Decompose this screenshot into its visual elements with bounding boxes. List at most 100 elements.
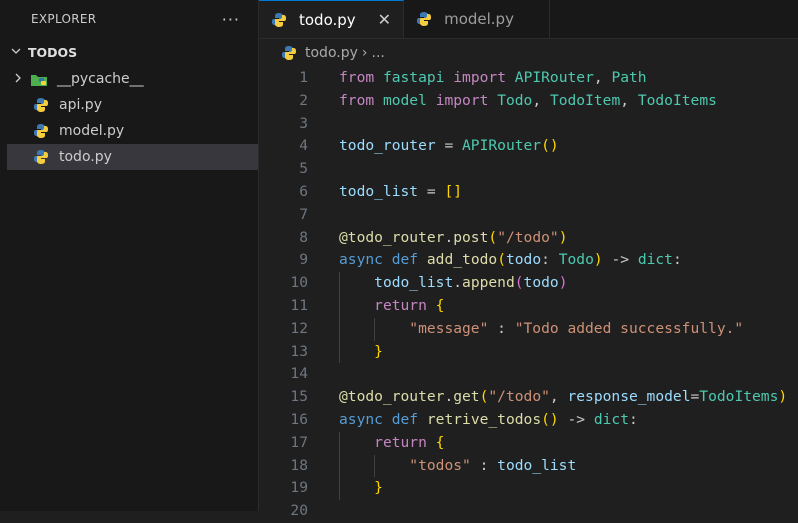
line-number: 8 (299, 228, 308, 246)
code-token: @todo_router (339, 228, 445, 246)
line-text (308, 363, 339, 386)
breadcrumb: todo.py › ... (259, 39, 798, 67)
code-token: : (470, 456, 498, 474)
code-token: : (672, 251, 682, 269)
tree-item-model-py[interactable]: model.py (7, 118, 258, 144)
line-text: "todos" : todo_list (308, 455, 576, 478)
code-token: : (629, 410, 638, 428)
python-file-icon (31, 149, 51, 165)
line-number: 15 (290, 388, 308, 406)
line-text: todo_list = [] (308, 181, 462, 204)
tree-item-pycache[interactable]: __pycache__ (7, 66, 258, 92)
code-token: "todos" (409, 456, 471, 474)
code-token: todo_list (339, 182, 419, 200)
code-token: = (418, 182, 445, 200)
code-token: ( (488, 228, 498, 246)
code-token: @todo_router (339, 388, 445, 406)
code-line: 13 } (259, 340, 798, 364)
code-token: APIRouter (514, 69, 594, 86)
code-token: todo_list (497, 456, 577, 474)
explorer-sidebar: EXPLORER ··· TODOS __pycache__ api.py mo… (0, 0, 259, 511)
editor-area: todo.py ✕ model.py todo.py › ... 1 from f… (259, 0, 798, 519)
line-number: 19 (290, 479, 308, 497)
indent-guide (374, 317, 376, 341)
close-icon[interactable]: ✕ (378, 10, 391, 29)
line-number: 12 (290, 319, 308, 337)
line-number: 13 (290, 342, 308, 360)
code-token: , (549, 388, 568, 406)
code-token: { (435, 296, 445, 314)
code-line: 4 todo_router = APIRouter() (259, 135, 798, 158)
code-line: 10 todo_list.append(todo) (259, 272, 798, 295)
folder-section-todos[interactable]: TODOS (0, 38, 258, 66)
code-token: , (593, 69, 612, 86)
tab-label: model.py (444, 10, 514, 28)
tree-item-todo-py[interactable]: todo.py (7, 144, 258, 170)
code-token: "/todo" (497, 228, 559, 246)
tab-todo-py[interactable]: todo.py ✕ (259, 0, 405, 38)
code-token: [] (444, 182, 463, 200)
line-number: 2 (299, 91, 308, 109)
code-token: : (541, 251, 559, 269)
line-number: 16 (290, 410, 308, 428)
breadcrumb-separator-icon: › (361, 45, 368, 61)
code-token: model (382, 91, 427, 109)
code-token: . (453, 274, 463, 292)
code-line: 15 @todo_router.get("/todo", response_mod… (259, 386, 798, 409)
code-line: 2 from model import Todo, TodoItem, TodoI… (259, 90, 798, 113)
code-line: 3 (259, 113, 798, 136)
python-file-icon (31, 123, 51, 139)
code-token: todo_list (374, 274, 454, 292)
breadcrumb-rest[interactable]: ... (372, 45, 385, 61)
code-line: 18 "todos" : todo_list (259, 454, 798, 478)
breadcrumb-file[interactable]: todo.py (305, 45, 358, 61)
more-actions-icon[interactable]: ··· (222, 10, 240, 29)
chevron-right-icon (7, 72, 29, 87)
code-line: 16 async def retrive_todos() -> dict: (259, 409, 798, 432)
code-line: 11 return { (259, 294, 798, 318)
code-token: TodoItems (699, 388, 779, 406)
code-token: -> (602, 251, 638, 269)
explorer-title: EXPLORER (31, 12, 97, 26)
tree-item-label: api.py (59, 97, 102, 113)
tab-model-py[interactable]: model.py (404, 0, 551, 38)
code-editor[interactable]: 1 from fastapi import APIRouter, Path 2 fro… (259, 67, 798, 523)
chevron-down-icon (10, 45, 28, 60)
code-token: . (444, 388, 454, 406)
code-token: . (444, 228, 454, 246)
code-token: todo_router (339, 137, 436, 155)
line-number: 18 (290, 456, 308, 474)
code-line: 7 (259, 204, 798, 227)
code-token: } (374, 479, 383, 497)
code-line: 17 return { (259, 431, 798, 455)
line-number: 7 (299, 205, 308, 223)
code-token: -> (558, 410, 594, 428)
indent-guide (339, 454, 340, 478)
code-token: , (620, 91, 638, 109)
code-token: TodoItems (637, 91, 717, 109)
tree-item-api-py[interactable]: api.py (7, 92, 258, 118)
python-file-icon (281, 45, 299, 61)
line-number: 11 (290, 296, 308, 314)
line-number: 17 (290, 433, 308, 451)
code-token: add_todo (426, 251, 498, 269)
indent-guide (339, 340, 340, 364)
line-number: 6 (299, 182, 308, 200)
code-token: ) (593, 251, 603, 269)
code-token: ( (497, 251, 506, 269)
line-text: return { (308, 295, 444, 318)
code-token: () (541, 137, 559, 155)
line-text (308, 158, 339, 181)
indent-guide (339, 477, 340, 501)
code-token: post (453, 228, 489, 246)
python-file-icon (416, 10, 436, 28)
line-number: 10 (290, 274, 308, 292)
code-token: def (391, 251, 419, 269)
code-line: 6 todo_list = [] (259, 181, 798, 204)
